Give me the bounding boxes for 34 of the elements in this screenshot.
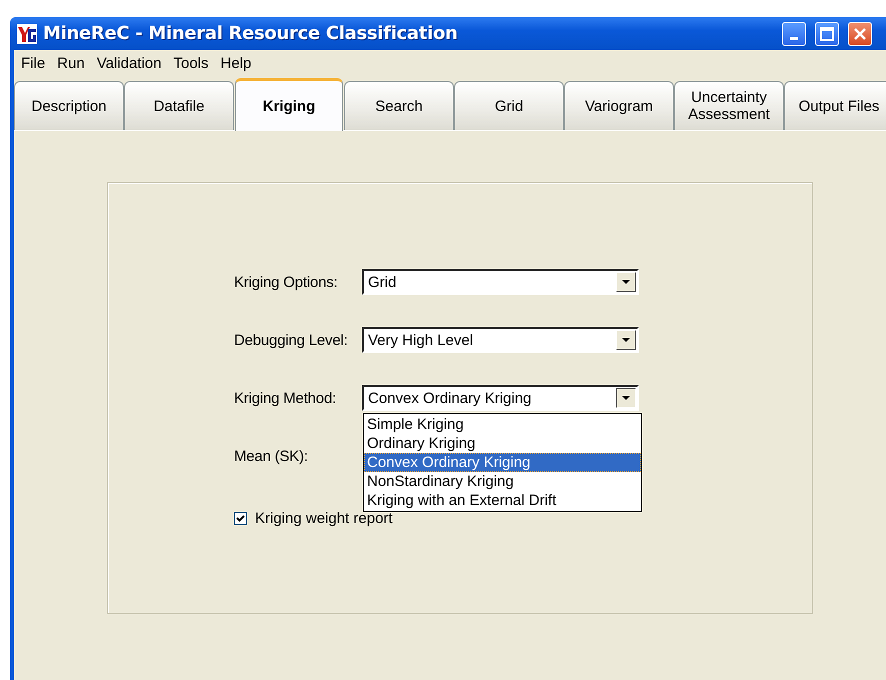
menu-item[interactable]: Tools [168,54,216,72]
dropdown-option[interactable]: Ordinary Kriging [364,434,641,453]
dropdown-option[interactable]: NonStardinary Kriging [364,472,641,491]
dropdown-option[interactable]: Kriging with an External Drift [364,491,641,510]
menu-item[interactable]: Help [216,54,258,72]
maximize-icon [820,26,834,40]
maximize-button[interactable] [815,22,839,46]
tab[interactable]: Output Files [784,81,886,130]
field-label: Mean (SK): [234,448,309,464]
checkbox-label: Kriging weight report [255,510,393,526]
field-label: Kriging Options: [234,274,339,290]
app-logo-icon [17,24,37,44]
tab[interactable]: Search [344,81,454,130]
tab[interactable]: Kriging [235,78,343,131]
dropdown-field[interactable]: Very High Level [362,327,639,353]
dropdown-field[interactable]: Grid [362,269,639,295]
field-label: Debugging Level: [234,332,349,348]
tab[interactable]: Uncertainty Assessment [674,81,784,130]
tab[interactable]: Variogram [564,81,674,130]
tab[interactable]: Datafile [124,81,234,130]
minimize-button[interactable] [782,22,806,46]
menu-item[interactable]: File [16,54,52,72]
tab[interactable]: Grid [454,81,564,130]
menu-item[interactable]: Validation [92,54,168,72]
window-title: MineReC - Mineral Resource Classification [43,23,459,44]
field-label: Kriging Method: [234,390,338,406]
close-icon [853,26,867,40]
dropdown-option[interactable]: Convex Ordinary Kriging [364,453,641,472]
dropdown-option[interactable]: Simple Kriging [364,415,641,434]
menu-item[interactable]: Run [52,54,92,72]
tab[interactable]: Description [14,81,124,130]
minimize-icon [790,37,798,40]
checkbox[interactable] [234,512,247,524]
close-button[interactable] [848,22,872,46]
